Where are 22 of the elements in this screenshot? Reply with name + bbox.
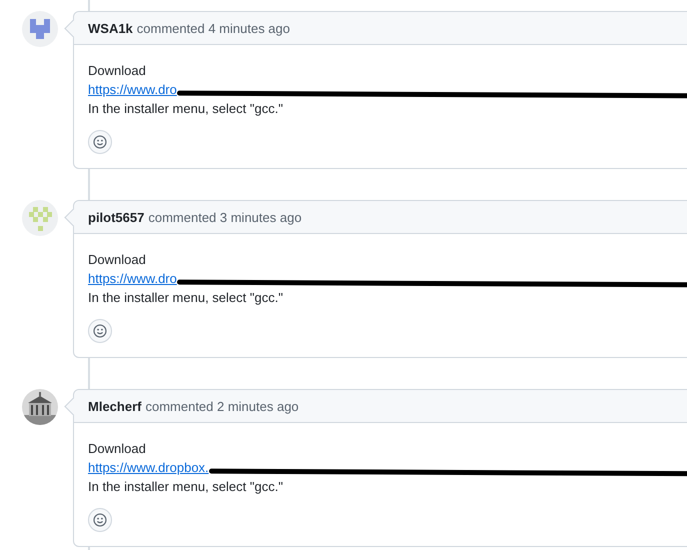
download-link[interactable]: https://www.dro (88, 82, 177, 97)
smiley-icon (93, 513, 107, 527)
author-name[interactable]: WSA1k (88, 20, 133, 36)
comment-text: Download (88, 440, 147, 458)
add-reaction-button[interactable] (88, 130, 112, 154)
comment-text: In the installer menu, select "gcc." (88, 100, 284, 118)
comment-text: In the installer menu, select "gcc." (88, 478, 284, 496)
comment-text: In the installer menu, select "gcc." (88, 289, 284, 307)
author-name[interactable]: pilot5657 (88, 210, 144, 224)
smiley-icon (93, 324, 107, 338)
comment-timestamp[interactable]: commented 2 minutes ago (145, 398, 299, 414)
comment-text: Download (88, 251, 147, 269)
add-reaction-button[interactable] (88, 508, 112, 532)
author-name[interactable]: Mlecherf (88, 398, 142, 414)
smiley-icon (93, 135, 107, 149)
avatar[interactable] (22, 11, 58, 47)
comment-timestamp[interactable]: commented 4 minutes ago (136, 20, 290, 36)
download-link[interactable]: https://www.dro (88, 271, 177, 286)
comment-timestamp[interactable]: commented 3 minutes ago (148, 210, 302, 224)
add-reaction-button[interactable] (88, 319, 112, 343)
download-link[interactable]: https://www.dropbox. (88, 460, 209, 475)
comment-text: Download (88, 62, 147, 80)
